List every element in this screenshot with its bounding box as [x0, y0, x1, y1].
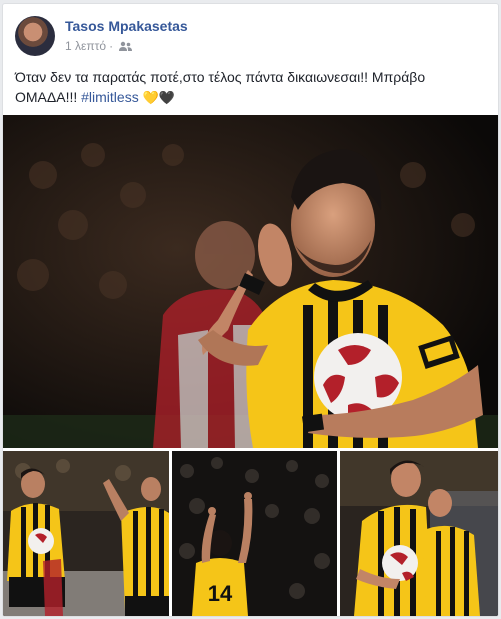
jersey-number: 14: [208, 581, 233, 606]
post-message: Όταν δεν τα παρατάς ποτέ,στο τέλος πάντα…: [15, 69, 426, 105]
thumbnail-photo-2[interactable]: 14: [172, 451, 337, 616]
post-meta: 1 λεπτό ·: [65, 39, 133, 53]
black-heart-emoji: 🖤: [158, 90, 175, 105]
author-avatar[interactable]: [15, 16, 55, 56]
meta-separator: ·: [109, 39, 114, 53]
thumbnail-photo-3[interactable]: [340, 451, 498, 616]
friends-icon[interactable]: [119, 39, 133, 53]
post-card: Tasos Mpakasetas 1 λεπτό · Όταν δεν τα πα…: [2, 3, 499, 617]
post-text: Όταν δεν τα παρατάς ποτέ,στο τέλος πάντα…: [15, 67, 485, 108]
yellow-heart-emoji: 💛: [142, 90, 159, 105]
hashtag-link[interactable]: #limitless: [81, 89, 139, 105]
main-photo[interactable]: [3, 115, 498, 448]
thumbnail-photo-1[interactable]: [3, 451, 169, 616]
post-timestamp[interactable]: 1 λεπτό: [65, 39, 106, 53]
author-name[interactable]: Tasos Mpakasetas: [65, 18, 188, 34]
